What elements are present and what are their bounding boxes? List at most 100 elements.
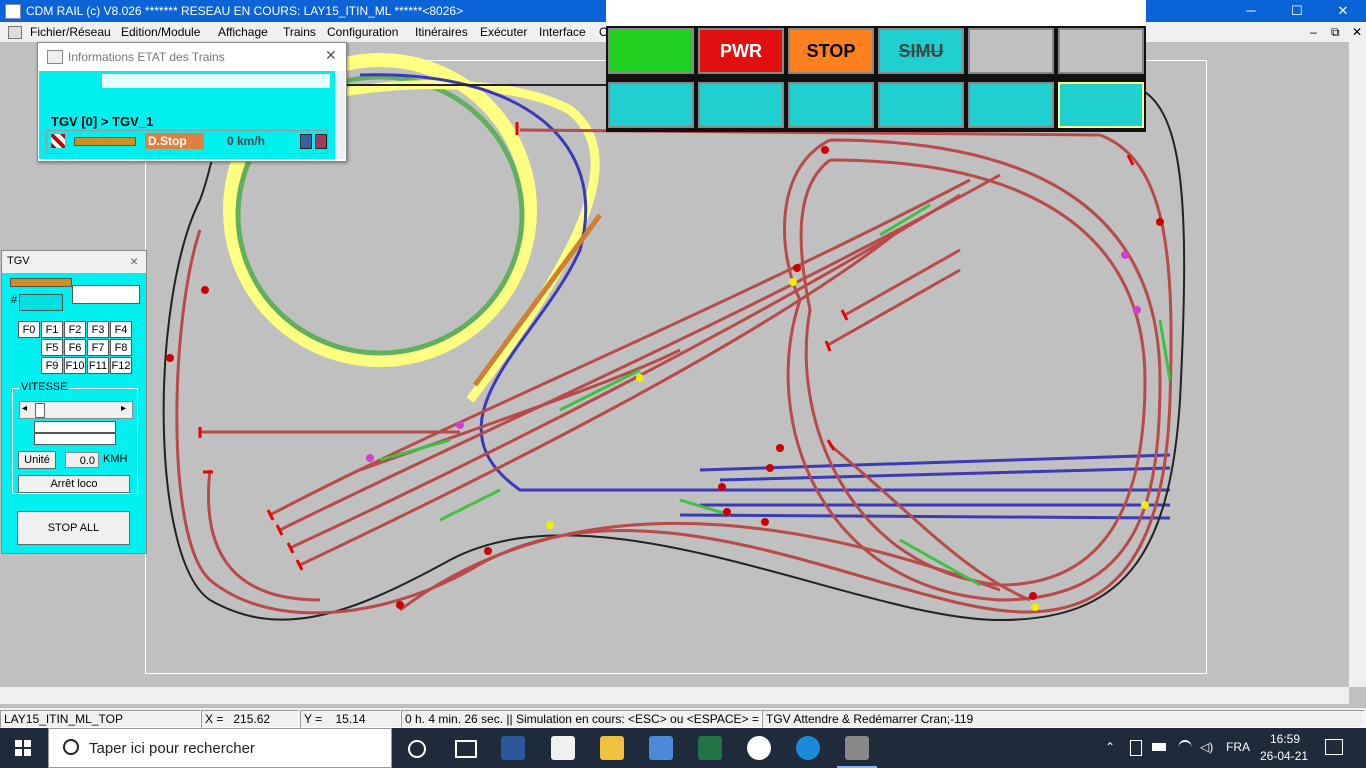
monitor-icon[interactable] xyxy=(300,134,312,149)
function-f5-button[interactable]: F5 xyxy=(41,339,63,356)
signal-6 xyxy=(776,444,784,452)
train-info-window[interactable]: Informations ETAT des Trains ✕ TGV [0] >… xyxy=(37,42,347,162)
signal-20 xyxy=(546,521,554,529)
info-scrollbar[interactable] xyxy=(335,71,345,159)
view-toggle-group[interactable] xyxy=(72,285,140,304)
function-f10-button[interactable]: F10 xyxy=(64,357,86,374)
signal-10 xyxy=(761,518,769,526)
monitor-button[interactable] xyxy=(1058,28,1144,74)
switch-green-5 xyxy=(1158,319,1172,381)
vertical-scrollbar[interactable] xyxy=(1349,42,1366,687)
function-f6-button[interactable]: F6 xyxy=(64,339,86,356)
signal-7 xyxy=(766,464,774,472)
notification-icon[interactable] xyxy=(1325,739,1343,755)
tgv-panel-header: TGV × xyxy=(2,251,146,273)
loco-address-field[interactable] xyxy=(19,294,63,311)
cortana-icon[interactable] xyxy=(408,740,426,758)
signal-8 xyxy=(718,483,726,491)
cyan-blank-button[interactable] xyxy=(608,82,694,128)
unit-button[interactable]: Unité xyxy=(18,451,56,469)
slider-left-arrow[interactable]: ◂ xyxy=(22,403,27,414)
file-explorer-icon[interactable] xyxy=(600,736,624,760)
power-on-button[interactable] xyxy=(608,28,694,74)
excel-icon[interactable] xyxy=(698,736,722,760)
signal-9 xyxy=(723,508,731,516)
stop-all-button[interactable]: STOP ALL xyxy=(17,511,130,545)
wifi-icon[interactable] xyxy=(1178,740,1192,756)
signal-14 xyxy=(456,421,464,429)
cdm-rail-icon[interactable] xyxy=(845,736,869,760)
signal-3 xyxy=(1156,218,1164,226)
stop-loco-button[interactable]: Arrêt loco xyxy=(18,475,130,493)
signal-19 xyxy=(1141,501,1149,509)
status-y-value: 15.14 xyxy=(335,712,366,726)
train-list-button[interactable] xyxy=(1058,82,1144,128)
status-message: TGV Attendre & Redémarrer Cran;-119 xyxy=(762,710,1365,728)
speed-group: VITESSE ◂ ▸ Unité 0.0 KMH Arrêt loco xyxy=(12,381,138,494)
store-icon[interactable] xyxy=(551,736,575,760)
train-state-badge: D.Stop xyxy=(145,133,204,149)
function-f12-button[interactable]: F12 xyxy=(110,357,132,374)
signal-2 xyxy=(793,264,801,272)
search-placeholder: Taper ici pour rechercher xyxy=(89,740,255,757)
search-icon xyxy=(63,739,79,755)
signal-22 xyxy=(789,278,797,286)
record-icon[interactable] xyxy=(315,134,327,149)
edge-icon[interactable] xyxy=(796,736,820,760)
word-icon[interactable] xyxy=(501,736,525,760)
function-f2-button[interactable]: F2 xyxy=(64,321,86,338)
task-view-icon[interactable] xyxy=(455,740,477,758)
loco-signal-button[interactable] xyxy=(968,82,1054,128)
status-x-value: 215.62 xyxy=(233,712,271,726)
contacts-icon[interactable] xyxy=(649,736,673,760)
function-f3-button[interactable]: F3 xyxy=(87,321,109,338)
signal-15 xyxy=(484,547,492,555)
speed-group-label: VITESSE xyxy=(19,381,70,393)
train-loco-icon xyxy=(74,137,136,146)
loco-forward-button[interactable] xyxy=(788,82,874,128)
taskbar: Taper ici pour rechercher ⌃ ◁) FRA 16:59… xyxy=(0,728,1366,768)
status-y: Y = 15.14 xyxy=(300,710,401,728)
battery-icon[interactable] xyxy=(1152,743,1166,751)
function-f0-button[interactable]: F0 xyxy=(18,321,40,338)
loco-lock-button[interactable] xyxy=(698,82,784,128)
tgv-close-button[interactable]: × xyxy=(130,253,138,269)
loco-down-button[interactable] xyxy=(878,82,964,128)
horizontal-scrollbar[interactable] xyxy=(0,687,1349,704)
slider-thumb[interactable] xyxy=(35,403,45,418)
clock-date[interactable]: 26-04-21 xyxy=(1260,749,1308,763)
function-f7-button[interactable]: F7 xyxy=(87,339,109,356)
red-outer-track xyxy=(175,128,1173,615)
speed-bar-bottom xyxy=(34,433,116,445)
mdi-close-button[interactable]: ✕ xyxy=(1352,25,1362,39)
signal-13 xyxy=(366,454,374,462)
tray-chevron-icon[interactable]: ⌃ xyxy=(1105,740,1115,754)
volume-icon[interactable]: ◁) xyxy=(1200,740,1213,754)
status-simulation: 0 h. 4 min. 26 sec. || Simulation en cou… xyxy=(401,710,762,728)
tgv-control-panel[interactable]: TGV × # F0 F1 F2 F3 F4 F5 F6 F7 F8 F9 F1… xyxy=(1,250,147,554)
chrome-icon[interactable] xyxy=(747,736,771,760)
info-close-button[interactable]: ✕ xyxy=(325,47,337,64)
info-window-body: TGV [0] > TGV_1 D.Stop 0 km/h xyxy=(39,71,335,159)
slider-right-arrow[interactable]: ▸ xyxy=(121,403,126,414)
power-off-button[interactable]: PWR OFF xyxy=(698,28,784,103)
simu-button[interactable]: SIMU xyxy=(878,28,964,74)
train-row[interactable]: D.Stop 0 km/h xyxy=(46,130,328,154)
clock-time[interactable]: 16:59 xyxy=(1270,732,1300,746)
taskbar-search-box[interactable]: Taper ici pour rechercher xyxy=(48,728,392,768)
language-indicator[interactable]: FRA xyxy=(1226,740,1250,754)
function-f4-button[interactable]: F4 xyxy=(110,321,132,338)
tray-device-icon[interactable] xyxy=(1130,740,1142,756)
function-f8-button[interactable]: F8 xyxy=(110,339,132,356)
function-f9-button[interactable]: F9 xyxy=(41,357,63,374)
function-f1-button[interactable]: F1 xyxy=(41,321,63,338)
stop-button[interactable]: STOP xyxy=(788,28,874,74)
signal-1 xyxy=(821,146,829,154)
locomotive-button[interactable] xyxy=(968,28,1054,74)
windows-start-icon[interactable] xyxy=(15,740,31,756)
tgv-loco-icon xyxy=(10,278,72,287)
signal-11 xyxy=(1029,592,1037,600)
speed-slider[interactable]: ◂ ▸ xyxy=(19,401,133,419)
function-f11-button[interactable]: F11 xyxy=(87,357,109,374)
signal-16 xyxy=(396,601,404,609)
